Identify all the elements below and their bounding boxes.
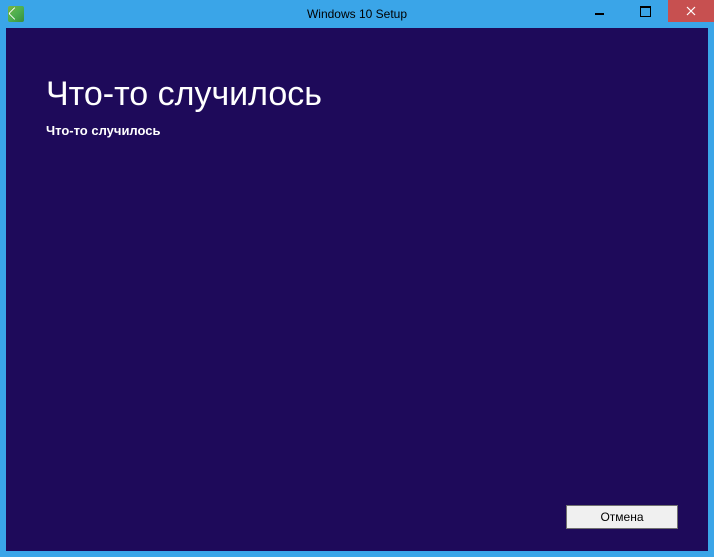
- app-icon: [8, 6, 24, 22]
- window-controls: [576, 0, 714, 22]
- error-heading: Что-то случилось: [46, 76, 668, 113]
- error-message: Что-то случилось: [46, 123, 668, 138]
- minimize-button[interactable]: [576, 0, 622, 22]
- window-title: Windows 10 Setup: [307, 7, 407, 21]
- content-area: Что-то случилось Что-то случилось Отмена: [6, 28, 708, 551]
- titlebar: Windows 10 Setup: [0, 0, 714, 28]
- cancel-button[interactable]: Отмена: [566, 505, 678, 529]
- maximize-button[interactable]: [622, 0, 668, 22]
- close-button[interactable]: [668, 0, 714, 22]
- close-icon: [686, 6, 696, 16]
